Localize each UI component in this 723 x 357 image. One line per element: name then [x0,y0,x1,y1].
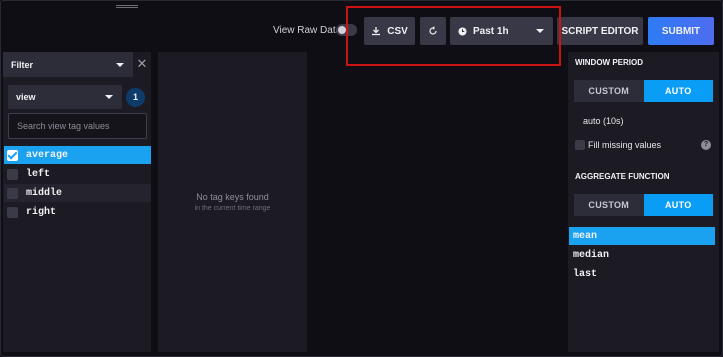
window-period-title: WINDOW PERIOD [575,58,643,67]
fill-missing-option[interactable]: Fill missing values [575,140,661,150]
toggle-knob [338,26,346,34]
submit-button[interactable]: SUBMIT [648,17,714,45]
tag-value-search-input[interactable] [9,114,146,138]
aggregate-function-label: median [573,249,610,261]
script-editor-button[interactable]: SCRIPT EDITOR [557,17,643,45]
aggregate-function-item[interactable]: median [569,246,715,264]
aggregate-function-item[interactable]: last [569,265,715,283]
tag-value-item[interactable]: middle [4,184,151,202]
help-icon[interactable]: ? [701,140,711,150]
aggregate-toggle: CUSTOM AUTO [574,194,713,216]
window-period-toggle: CUSTOM AUTO [574,80,713,102]
fill-missing-label: Fill missing values [588,140,662,150]
tag-key-dropdown[interactable]: view [8,85,122,109]
checkbox-icon[interactable] [7,206,18,218]
tag-value-label: left [26,168,51,180]
close-icon[interactable]: ✕ [136,57,148,71]
empty-state-title: No tag keys found [196,192,269,202]
window-period-value: auto (10s) [583,116,624,126]
aggregate-function-item[interactable]: mean [569,227,715,245]
tag-value-label: right [26,206,57,218]
checkbox-icon[interactable] [7,168,18,180]
aggregate-function-title: AGGREGATE FUNCTION [575,172,670,181]
empty-state-subtitle: in the current time range [194,205,271,212]
view-raw-data-label: View Raw Data [273,25,342,36]
tag-value-label: middle [26,187,63,199]
selected-count-badge: 1 [126,88,145,107]
filter-header-label: Filter [11,60,34,70]
chevron-down-icon [105,95,113,99]
chevron-down-icon [116,63,124,67]
tag-value-item[interactable]: left [4,165,151,183]
checkbox-checked-icon[interactable] [7,149,18,161]
aggregate-auto-button[interactable]: AUTO [643,194,713,216]
tag-keys-panel [158,52,307,352]
window-period-custom-button[interactable]: CUSTOM [574,80,644,102]
aggregate-function-label: mean [573,230,598,242]
tag-value-label: average [26,149,69,161]
highlight-box [346,6,561,66]
checkbox-icon[interactable] [575,140,585,150]
resize-handle[interactable] [116,5,138,8]
filter-function-dropdown[interactable]: Filter [3,52,133,77]
checkbox-icon[interactable] [7,187,18,199]
window-period-auto-button[interactable]: AUTO [643,80,713,102]
aggregate-function-label: last [573,268,598,280]
tag-value-item[interactable]: right [4,203,151,221]
tag-value-item[interactable]: average [4,146,151,164]
aggregate-custom-button[interactable]: CUSTOM [574,194,644,216]
tag-value-search[interactable] [8,113,147,139]
tag-key-value: view [16,92,36,102]
